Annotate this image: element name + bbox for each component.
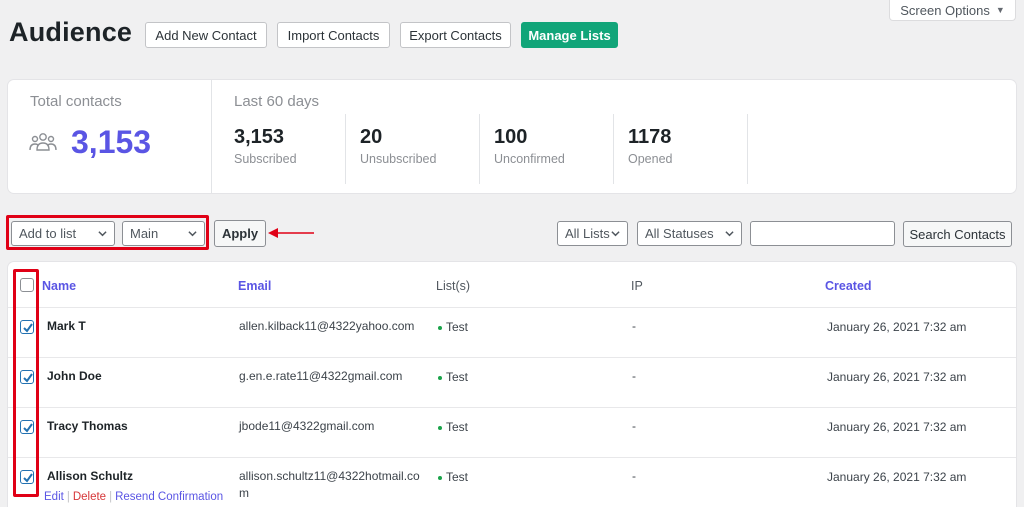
search-contacts-button[interactable]: Search Contacts xyxy=(903,221,1012,247)
contact-email: allen.kilback11@4322yahoo.com xyxy=(239,319,415,333)
status-filter-select[interactable]: All Statuses xyxy=(637,221,742,246)
table-row: Mark T allen.kilback11@4322yahoo.com Tes… xyxy=(8,307,1016,357)
users-icon xyxy=(29,133,57,151)
lists-filter-select[interactable]: All Lists xyxy=(557,221,628,246)
list-select-value: Main xyxy=(130,226,159,241)
contact-ip: - xyxy=(632,419,636,433)
contact-email: g.en.e.rate11@4322gmail.com xyxy=(239,369,403,383)
table-row: Tracy Thomas jbode11@4322gmail.com Test … xyxy=(8,407,1016,457)
contact-list: Test xyxy=(438,370,468,384)
contact-name[interactable]: Tracy Thomas xyxy=(47,419,128,433)
contact-created: January 26, 2021 7:32 am xyxy=(827,320,967,334)
page-title: Audience xyxy=(9,17,133,47)
status-filter-value: All Statuses xyxy=(645,226,714,241)
stat-label: Opened xyxy=(628,152,673,166)
status-dot-icon xyxy=(438,375,442,380)
stat-label: Unconfirmed xyxy=(494,152,565,166)
column-header-email[interactable]: Email xyxy=(238,279,271,293)
contact-email: jbode11@4322gmail.com xyxy=(239,419,375,433)
contact-list: Test xyxy=(438,320,468,334)
separator: | xyxy=(109,491,113,503)
stat-unconfirmed: 100 Unconfirmed xyxy=(494,114,614,184)
contact-name[interactable]: Allison Schultz xyxy=(47,469,133,483)
list-select[interactable]: Main xyxy=(122,221,205,246)
separator: | xyxy=(66,491,70,503)
contact-ip: - xyxy=(632,369,636,383)
list-name: Test xyxy=(446,420,469,434)
lists-filter-value: All Lists xyxy=(565,226,610,241)
bulk-action-select[interactable]: Add to list xyxy=(11,221,115,246)
stat-label: Subscribed xyxy=(234,152,297,166)
stat-subscribed: 3,153 Subscribed xyxy=(234,114,346,184)
contact-name[interactable]: Mark T xyxy=(47,319,86,333)
stat-value: 1178 xyxy=(628,126,672,148)
search-input[interactable] xyxy=(750,221,895,246)
column-header-created[interactable]: Created xyxy=(825,279,872,293)
screen-options-toggle[interactable]: Screen Options ▼ xyxy=(889,0,1016,21)
delete-link[interactable]: Delete xyxy=(73,491,106,503)
chevron-down-icon xyxy=(98,231,107,237)
stat-opened: 1178 Opened xyxy=(628,114,748,184)
resend-confirmation-link[interactable]: Resend Confirmation xyxy=(115,491,223,503)
chevron-down-icon xyxy=(611,231,620,237)
arrow-left-icon xyxy=(268,228,314,238)
manage-lists-button[interactable]: Manage Lists xyxy=(521,22,618,48)
chevron-down-icon xyxy=(188,231,197,237)
export-contacts-button[interactable]: Export Contacts xyxy=(400,22,511,48)
contact-created: January 26, 2021 7:32 am xyxy=(827,370,967,384)
total-contacts-label: Total contacts xyxy=(30,93,122,110)
caret-down-icon: ▼ xyxy=(995,5,1005,15)
status-dot-icon xyxy=(438,425,442,430)
list-name: Test xyxy=(446,320,469,334)
stat-value: 20 xyxy=(360,126,383,148)
stat-value: 3,153 xyxy=(234,126,285,148)
list-name: Test xyxy=(446,370,469,384)
stat-unsubscribed: 20 Unsubscribed xyxy=(360,114,480,184)
column-header-ip: IP xyxy=(631,279,643,293)
column-header-name[interactable]: Name xyxy=(42,279,76,293)
contact-list: Test xyxy=(438,420,468,434)
period-label: Last 60 days xyxy=(234,93,320,110)
contact-created: January 26, 2021 7:32 am xyxy=(827,420,967,434)
contact-email-wrap: m xyxy=(239,486,249,500)
import-contacts-button[interactable]: Import Contacts xyxy=(277,22,390,48)
row-actions: Edit | Delete | Resend Confirmation xyxy=(44,491,223,503)
stat-value: 100 xyxy=(494,126,528,148)
contact-ip: - xyxy=(632,469,636,483)
chevron-down-icon xyxy=(725,231,734,237)
table-row: John Doe g.en.e.rate11@4322gmail.com Tes… xyxy=(8,357,1016,407)
table-row: Allison Schultz allison.schultz11@4322ho… xyxy=(8,457,1016,507)
apply-button[interactable]: Apply xyxy=(214,220,266,247)
stats-panel: Total contacts 3,153 Last 60 days 3,153 … xyxy=(8,80,1016,193)
contact-name[interactable]: John Doe xyxy=(47,369,102,383)
status-dot-icon xyxy=(438,325,442,330)
checkbox-column-highlight xyxy=(13,269,39,497)
contact-email: allison.schultz11@4322hotmail.co xyxy=(239,469,420,483)
total-contacts-card: Total contacts 3,153 xyxy=(8,80,212,193)
add-new-contact-button[interactable]: Add New Contact xyxy=(145,22,267,48)
status-dot-icon xyxy=(438,475,442,480)
contacts-table: Name Email List(s) IP Created Mark T all… xyxy=(8,262,1016,507)
edit-link[interactable]: Edit xyxy=(44,491,64,503)
bulk-action-value: Add to list xyxy=(19,226,77,241)
column-header-lists: List(s) xyxy=(436,279,471,293)
stat-label: Unsubscribed xyxy=(360,152,437,166)
contact-created: January 26, 2021 7:32 am xyxy=(827,470,967,484)
screen-options-label: Screen Options xyxy=(900,2,990,18)
list-name: Test xyxy=(446,470,469,484)
total-contacts-value: 3,153 xyxy=(71,124,152,160)
contact-list: Test xyxy=(438,470,468,484)
contact-ip: - xyxy=(632,319,636,333)
